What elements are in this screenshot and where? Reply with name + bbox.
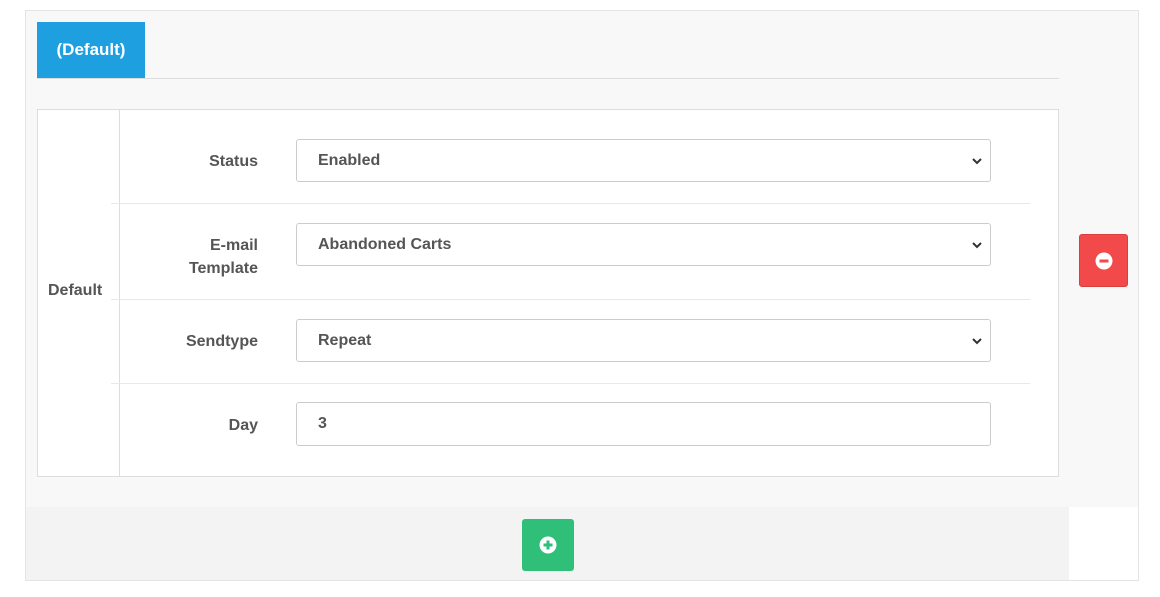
group-label-cell: Default xyxy=(38,110,120,476)
tab-default[interactable]: (Default) xyxy=(37,22,145,78)
chevron-down-icon xyxy=(972,338,982,345)
remove-rule-button[interactable] xyxy=(1079,234,1128,287)
sendtype-select[interactable]: Repeat xyxy=(296,319,991,362)
status-select[interactable]: Enabled xyxy=(296,139,991,182)
status-select-value: Enabled xyxy=(318,151,381,169)
minus-circle-icon xyxy=(1095,252,1112,269)
group-label: Default xyxy=(48,282,103,299)
form-row-day: Day 3 xyxy=(111,384,1030,476)
add-rule-button[interactable] xyxy=(522,519,574,571)
rule-table: Default Status Enabled E-mail Template A… xyxy=(37,109,1059,477)
email-template-select-value: Abandoned Carts xyxy=(318,235,452,253)
form-row-sendtype: Sendtype Repeat xyxy=(111,300,1030,384)
email-template-label-line1: E-mail xyxy=(209,237,258,254)
email-template-label: E-mail Template xyxy=(189,234,258,280)
sendtype-label: Sendtype xyxy=(185,333,258,350)
plus-circle-icon xyxy=(539,536,557,554)
status-label: Status xyxy=(209,153,258,170)
email-template-label-line2: Template xyxy=(188,260,258,277)
rule-main-cell: (Default) Default Status Enabled E-mail … xyxy=(25,10,1071,509)
footer-side-cell xyxy=(1069,507,1139,581)
form-row-status: Status Enabled xyxy=(111,110,1030,204)
sendtype-select-value: Repeat xyxy=(318,331,372,349)
chevron-down-icon xyxy=(972,158,982,165)
email-template-select[interactable]: Abandoned Carts xyxy=(296,223,991,266)
form-row-email-template: E-mail Template Abandoned Carts xyxy=(111,204,1030,300)
language-tabs: (Default) xyxy=(37,22,1059,79)
email-rules-panel: (Default) Default Status Enabled E-mail … xyxy=(25,10,1140,582)
chevron-down-icon xyxy=(972,242,982,249)
day-input[interactable]: 3 xyxy=(296,402,991,446)
day-label: Day xyxy=(228,417,258,434)
day-input-value: 3 xyxy=(318,415,327,432)
